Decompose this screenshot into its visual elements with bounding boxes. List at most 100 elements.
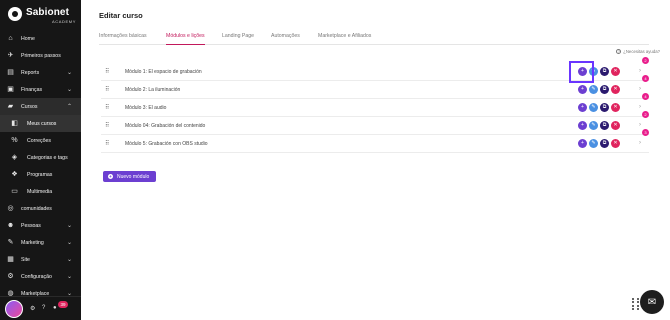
bell-icon[interactable]: ● <box>53 305 57 311</box>
add-lesson-button[interactable]: + <box>578 139 587 148</box>
sidebar-item-categorias-e-tags[interactable]: ◈ Categorias e tags <box>0 149 81 166</box>
sidebar-item-label: Reports <box>21 69 40 76</box>
sidebar-item-configuracao[interactable]: ⚙ Configuração ⌄ <box>0 268 81 285</box>
sidebar-item-financas[interactable]: ▣ Finanças ⌄ <box>0 81 81 98</box>
rocket-icon: ✈ <box>7 52 14 59</box>
module-title: Módulo 04: Grabación del contenido <box>125 123 206 129</box>
brand-logo[interactable]: Sabionet ACADEMY <box>8 6 78 24</box>
drag-handle-icon[interactable]: ⠿ <box>105 140 110 147</box>
module-row[interactable]: ⠿ Módulo 2: La iluminación + ✎ ⧉ ✕ › 4 <box>101 75 649 99</box>
add-lesson-button[interactable]: + <box>578 121 587 130</box>
delete-module-button[interactable]: ✕ <box>611 67 620 76</box>
new-module-button[interactable]: + Nuevo módulo <box>103 171 157 182</box>
tab-bar: Informações básicas Módulos e lições Lan… <box>99 33 649 45</box>
chevron-right-icon[interactable]: › <box>639 86 641 92</box>
new-module-label: Nuevo módulo <box>117 173 150 180</box>
gear-icon[interactable]: ⚙ <box>30 305 35 312</box>
tab-informacoes-basicas[interactable]: Informações básicas <box>99 33 147 45</box>
chevron-down-icon: ⌄ <box>66 274 72 280</box>
sidebar-item-home[interactable]: ⌂ Home <box>0 30 81 47</box>
drag-handle-icon[interactable]: ⠿ <box>105 68 110 75</box>
sidebar-item-label: Correções <box>27 137 51 144</box>
help-link[interactable]: ? ¿Necesitas ayuda? <box>616 49 660 54</box>
drag-handle-icon[interactable]: ⠿ <box>105 86 110 93</box>
tab-marketplace-afiliados[interactable]: Marketplace e Afiliados <box>318 33 371 45</box>
chevron-right-icon[interactable]: › <box>639 68 641 74</box>
drag-handle-icon[interactable]: ⠿ <box>105 104 110 111</box>
add-lesson-button[interactable]: + <box>578 103 587 112</box>
plus-icon: + <box>581 104 584 110</box>
wallet-icon: ▣ <box>7 86 14 93</box>
copy-icon: ⧉ <box>602 140 607 146</box>
monitor-icon: ▭ <box>11 188 18 195</box>
sidebar-item-label: Multimedia <box>27 188 53 195</box>
drag-handle-icon[interactable]: ⠿ <box>105 122 110 129</box>
chevron-down-icon: ⌄ <box>66 70 72 76</box>
module-actions: + ✎ ⧉ ✕ <box>578 103 620 114</box>
chevron-down-icon: ⌄ <box>66 223 72 229</box>
home-icon: ⌂ <box>8 35 13 42</box>
duplicate-module-button[interactable]: ⧉ <box>600 139 609 148</box>
edit-module-button[interactable]: ✎ <box>589 139 598 148</box>
sidebar-nav: ⌂ Home ✈ Primeiros passos ▤ Reports ⌄ ▣ Finanças… <box>0 30 81 302</box>
delete-module-button[interactable]: ✕ <box>611 121 620 130</box>
chevron-down-icon: ⌄ <box>66 87 72 93</box>
delete-module-button[interactable]: ✕ <box>611 85 620 94</box>
chevron-right-icon[interactable]: › <box>639 140 641 146</box>
chevron-up-icon: ⌃ <box>66 104 72 110</box>
sidebar-item-multimedia[interactable]: ▭ Multimedia <box>0 183 81 200</box>
apps-grid-icon[interactable] <box>632 298 640 310</box>
sidebar-item-meus-cursos[interactable]: ◧ Meus cursos <box>0 115 81 132</box>
chevron-down-icon: ⌄ <box>66 240 72 246</box>
module-title: Módulo 5: Grabación con OBS studio <box>125 141 208 147</box>
sidebar-item-correcoes[interactable]: % Correções <box>0 132 81 149</box>
lesson-count-badge: 2 <box>642 111 649 118</box>
sidebar: Sabionet ACADEMY ⌂ Home ✈ Primeiros passos ▤… <box>0 0 81 320</box>
pencil-icon: ✎ <box>591 122 596 128</box>
duplicate-module-button[interactable]: ⧉ <box>600 85 609 94</box>
help-label: ¿Necesitas ayuda? <box>623 49 660 54</box>
brand-name: Sabionet <box>26 7 70 18</box>
sidebar-item-site[interactable]: ▦ Site ⌄ <box>0 251 81 268</box>
sidebar-item-programas[interactable]: ❖ Programas <box>0 166 81 183</box>
sidebar-item-comunidades[interactable]: ◎ comunidades <box>0 200 81 217</box>
tab-automacoes[interactable]: Automações <box>271 33 300 45</box>
brand-sub: ACADEMY <box>52 19 76 24</box>
module-row[interactable]: ⠿ Módulo 1: El espacio de grabación + ✎ ⧉ ✕ › 2 <box>101 57 649 81</box>
edit-module-button[interactable]: ✎ <box>589 85 598 94</box>
chevron-right-icon[interactable]: › <box>639 122 641 128</box>
sidebar-item-cursos[interactable]: ▰ Cursos ⌃ <box>0 98 81 115</box>
sidebar-item-marketing[interactable]: ✎ Marketing ⌄ <box>0 234 81 251</box>
add-lesson-button[interactable]: + <box>578 85 587 94</box>
delete-module-button[interactable]: ✕ <box>611 103 620 112</box>
module-row[interactable]: ⠿ Módulo 5: Grabación con OBS studio + ✎ ⧉ ✕ ›… <box>101 129 649 153</box>
tab-modulos-e-licoes[interactable]: Módulos e lições <box>166 33 205 45</box>
trash-icon: ✕ <box>613 68 618 74</box>
pencil-icon: ✎ <box>591 140 596 146</box>
tab-landing-page[interactable]: Landing Page <box>222 33 254 45</box>
notification-badge: 39 <box>58 301 68 308</box>
chat-button[interactable]: ✉ <box>640 290 664 314</box>
sidebar-item-reports[interactable]: ▤ Reports ⌄ <box>0 64 81 81</box>
avatar[interactable] <box>5 300 23 318</box>
help-icon[interactable]: ? <box>42 305 45 311</box>
module-list: ⠿ Módulo 1: El espacio de grabación + ✎ ⧉ ✕ › 2… <box>101 57 649 153</box>
edit-module-button[interactable]: ✎ <box>589 121 598 130</box>
duplicate-module-button[interactable]: ⧉ <box>600 67 609 76</box>
trash-icon: ✕ <box>613 86 618 92</box>
sidebar-item-pessoas[interactable]: ☻ Pessoas ⌄ <box>0 217 81 234</box>
duplicate-module-button[interactable]: ⧉ <box>600 103 609 112</box>
chevron-right-icon[interactable]: › <box>639 104 641 110</box>
trash-icon: ✕ <box>613 140 618 146</box>
sidebar-item-primeiros-passos[interactable]: ✈ Primeiros passos <box>0 47 81 64</box>
plus-icon: + <box>581 86 584 92</box>
module-title: Módulo 2: La iluminación <box>125 87 181 93</box>
edit-module-button[interactable]: ✎ <box>589 103 598 112</box>
site-icon: ▦ <box>7 256 14 263</box>
courses-icon: ▰ <box>7 103 14 110</box>
delete-module-button[interactable]: ✕ <box>611 139 620 148</box>
duplicate-module-button[interactable]: ⧉ <box>600 121 609 130</box>
module-row[interactable]: ⠿ Módulo 04: Grabación del contenido + ✎ ⧉ ✕ ›… <box>101 111 649 135</box>
module-row[interactable]: ⠿ Módulo 3: El audio + ✎ ⧉ ✕ › 4 <box>101 93 649 117</box>
chart-icon: ▤ <box>7 69 14 76</box>
